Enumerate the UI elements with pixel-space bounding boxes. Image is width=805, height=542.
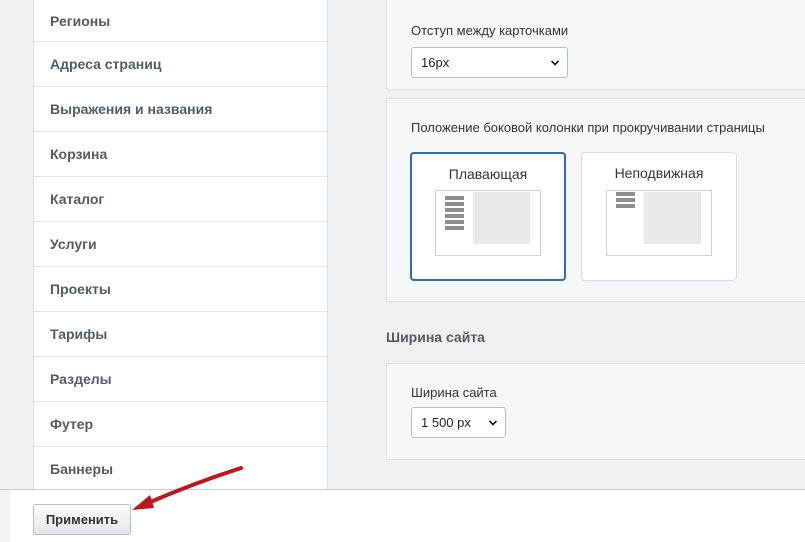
sidebar-item-services[interactable]: Услуги (34, 222, 327, 267)
floating-preview-image (435, 190, 541, 256)
sidebar-menu: Регионы Адреса страниц Выражения и назва… (33, 0, 328, 490)
site-width-panel: Ширина сайта 1 500 px (386, 363, 805, 460)
sidebar-item-footer[interactable]: Футер (34, 402, 327, 447)
chevron-down-icon (551, 60, 559, 66)
sidebar-item-sections[interactable]: Разделы (34, 357, 327, 402)
option-floating-title: Плавающая (448, 166, 528, 182)
sidebar-item-page-addresses[interactable]: Адреса страниц (34, 42, 327, 87)
card-spacing-label: Отступ между карточками (411, 23, 569, 38)
fixed-preview-image (606, 190, 712, 256)
option-floating[interactable]: Плавающая (410, 152, 566, 281)
site-width-value: 1 500 px (421, 415, 471, 430)
sidebar: Регионы Адреса страниц Выражения и назва… (0, 0, 328, 490)
footer-strip (0, 490, 10, 542)
option-fixed[interactable]: Неподвижная (581, 152, 737, 281)
footer-bar: Применить (0, 489, 805, 542)
card-spacing-panel: Отступ между карточками 16px (386, 0, 805, 90)
sidebar-position-label: Положение боковой колонки при прокручива… (411, 120, 765, 135)
site-width-label: Ширина сайта (411, 385, 497, 400)
chevron-down-icon (489, 420, 497, 426)
sidebar-position-panel: Положение боковой колонки при прокручива… (386, 98, 805, 302)
sidebar-item-projects[interactable]: Проекты (34, 267, 327, 312)
sidebar-item-cart[interactable]: Корзина (34, 132, 327, 177)
arrow-pointer-icon (132, 466, 243, 510)
site-width-section-title: Ширина сайта (386, 329, 485, 345)
card-spacing-value: 16px (421, 55, 450, 70)
sidebar-item-regions[interactable]: Регионы (34, 0, 327, 42)
site-width-select[interactable]: 1 500 px (411, 407, 506, 438)
card-spacing-select[interactable]: 16px (411, 47, 568, 78)
sidebar-item-phrases[interactable]: Выражения и названия (34, 87, 327, 132)
sidebar-item-catalog[interactable]: Каталог (34, 177, 327, 222)
apply-button[interactable]: Применить (33, 504, 131, 535)
option-fixed-title: Неподвижная (614, 165, 704, 181)
sidebar-item-tariffs[interactable]: Тарифы (34, 312, 327, 357)
